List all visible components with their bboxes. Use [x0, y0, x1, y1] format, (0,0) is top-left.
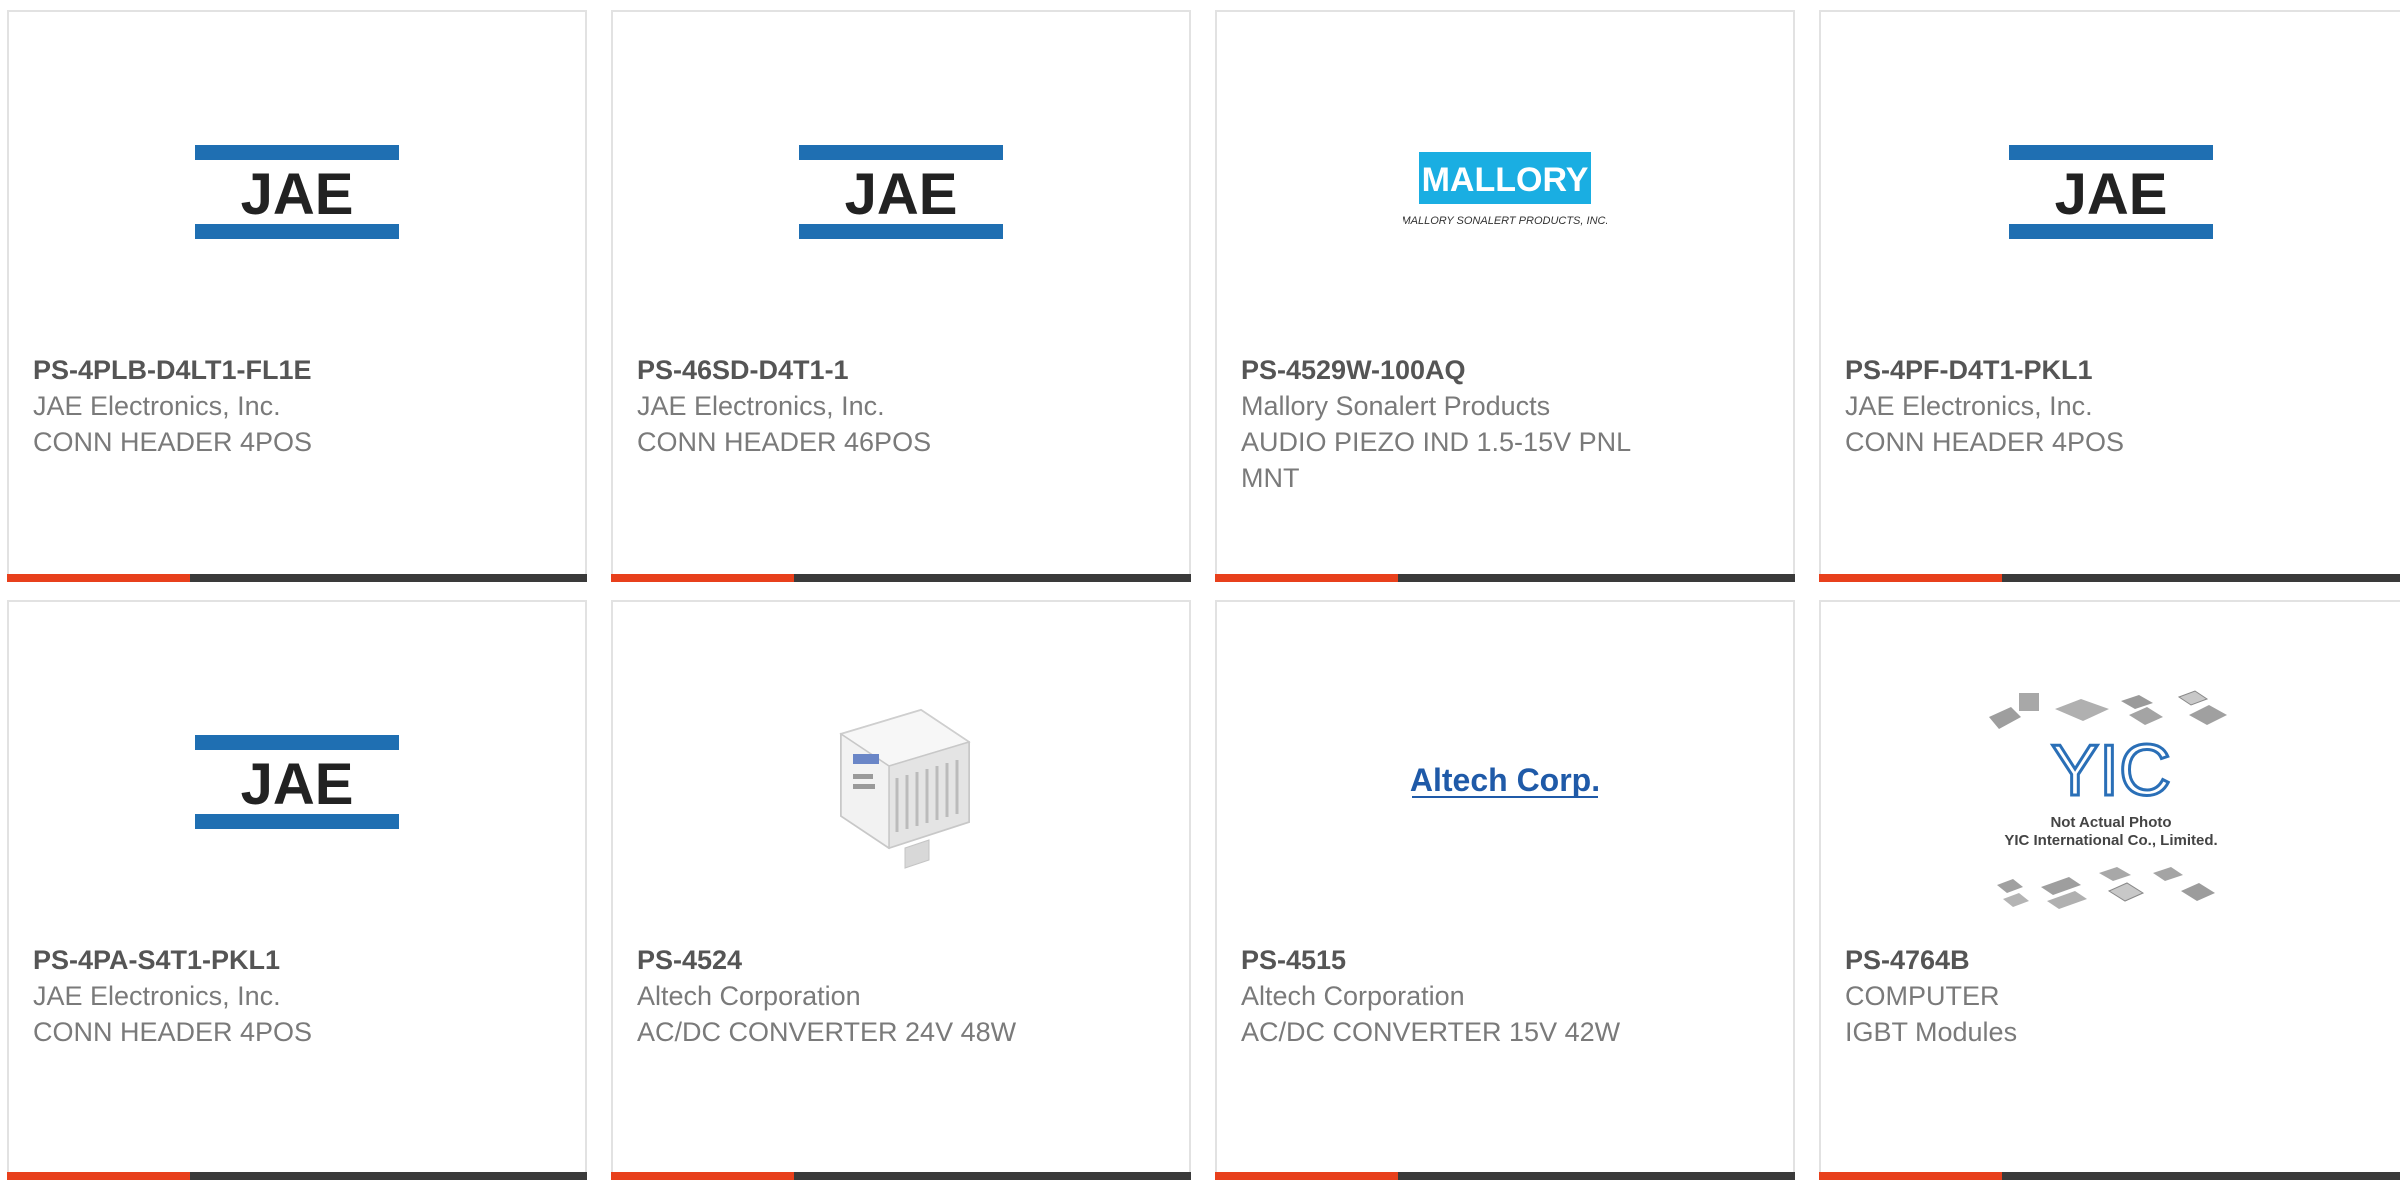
card-footer-bar: [611, 574, 1191, 582]
card-footer-bar: [1215, 574, 1795, 582]
product-card[interactable]: Altech Corp. PS-4515 Altech Corporation …: [1215, 600, 1795, 1180]
product-card[interactable]: JAE PS-4PF-D4T1-PKL1 JAE Electronics, In…: [1819, 10, 2400, 582]
accent-bar: [611, 1172, 794, 1180]
product-card[interactable]: JAE PS-4PA-S4T1-PKL1 JAE Electronics, In…: [7, 600, 587, 1180]
card-footer-bar: [7, 574, 587, 582]
manufacturer: Mallory Sonalert Products: [1241, 391, 1551, 421]
jae-logo: JAE: [9, 92, 585, 292]
svg-text:Altech Corp.: Altech Corp.: [1410, 762, 1600, 798]
accent-bar: [7, 574, 190, 582]
accent-bar: [1215, 1172, 1398, 1180]
svg-text:Not Actual Photo: Not Actual Photo: [2050, 814, 2171, 831]
svg-text:MALLORY SONALERT PRODUCTS, INC: MALLORY SONALERT PRODUCTS, INC.: [1403, 215, 1607, 227]
card-footer-bar: [1819, 1172, 2400, 1180]
description: AC/DC CONVERTER 24V 48W: [637, 1017, 1017, 1047]
accent-bar: [1215, 574, 1398, 582]
part-number[interactable]: PS-4764B: [1845, 942, 2280, 978]
jae-logo: JAE: [1821, 92, 2400, 292]
mallory-logo: MALLORY MALLORY SONALERT PRODUCTS, INC.: [1217, 92, 1793, 292]
manufacturer: JAE Electronics, Inc.: [33, 981, 281, 1011]
description: CONN HEADER 4POS: [33, 427, 313, 457]
svg-text:JAE: JAE: [241, 752, 354, 817]
part-number[interactable]: PS-4PA-S4T1-PKL1: [33, 942, 465, 978]
svg-text:YIC International Co., Limited: YIC International Co., Limited.: [2004, 832, 2217, 849]
svg-text:JAE: JAE: [2054, 162, 2167, 227]
svg-text:YIC: YIC: [2050, 731, 2170, 811]
manufacturer: JAE Electronics, Inc.: [637, 391, 885, 421]
accent-bar: [611, 574, 794, 582]
manufacturer: JAE Electronics, Inc.: [1845, 391, 2093, 421]
description: CONN HEADER 4POS: [1845, 427, 2125, 457]
jae-logo: JAE: [613, 92, 1189, 292]
part-number[interactable]: PS-4PLB-D4LT1-FL1E: [33, 352, 465, 388]
product-card[interactable]: YIC Not Actual Photo YIC International C…: [1819, 600, 2400, 1180]
manufacturer: Altech Corporation: [1241, 981, 1465, 1011]
svg-text:JAE: JAE: [845, 162, 958, 227]
part-number[interactable]: PS-46SD-D4T1-1: [637, 352, 1069, 388]
product-card[interactable]: JAE PS-46SD-D4T1-1 JAE Electronics, Inc.…: [611, 10, 1191, 582]
product-grid: JAE PS-4PLB-D4LT1-FL1E JAE Electronics, …: [0, 0, 2400, 1180]
product-card[interactable]: JAE PS-4PLB-D4LT1-FL1E JAE Electronics, …: [7, 10, 587, 582]
card-footer-bar: [611, 1172, 1191, 1180]
jae-logo: JAE: [9, 682, 585, 882]
product-card[interactable]: MALLORY MALLORY SONALERT PRODUCTS, INC. …: [1215, 10, 1795, 582]
card-footer-bar: [1819, 574, 2400, 582]
manufacturer: JAE Electronics, Inc.: [33, 391, 281, 421]
svg-text:MALLORY: MALLORY: [1422, 161, 1589, 199]
part-number[interactable]: PS-4PF-D4T1-PKL1: [1845, 352, 2280, 388]
accent-bar: [1819, 1172, 2002, 1180]
description: AC/DC CONVERTER 15V 42W: [1241, 1017, 1621, 1047]
manufacturer: COMPUTER: [1845, 981, 2000, 1011]
card-footer-bar: [7, 1172, 587, 1180]
accent-bar: [7, 1172, 190, 1180]
power-supply-photo: [613, 682, 1189, 882]
altech-logo: Altech Corp.: [1217, 682, 1793, 882]
yic-placeholder-image: YIC Not Actual Photo YIC International C…: [1821, 682, 2400, 932]
part-number[interactable]: PS-4529W-100AQ: [1241, 352, 1673, 388]
accent-bar: [1819, 574, 2002, 582]
description: CONN HEADER 4POS: [33, 1017, 313, 1047]
card-footer-bar: [1215, 1172, 1795, 1180]
description: CONN HEADER 46POS: [637, 427, 932, 457]
description: IGBT Modules: [1845, 1017, 2018, 1047]
description: AUDIO PIEZO IND 1.5-15V PNL MNT: [1241, 427, 1631, 493]
product-card[interactable]: PS-4524 Altech Corporation AC/DC CONVERT…: [611, 600, 1191, 1180]
part-number[interactable]: PS-4515: [1241, 942, 1673, 978]
svg-text:JAE: JAE: [241, 162, 354, 227]
manufacturer: Altech Corporation: [637, 981, 861, 1011]
part-number[interactable]: PS-4524: [637, 942, 1069, 978]
